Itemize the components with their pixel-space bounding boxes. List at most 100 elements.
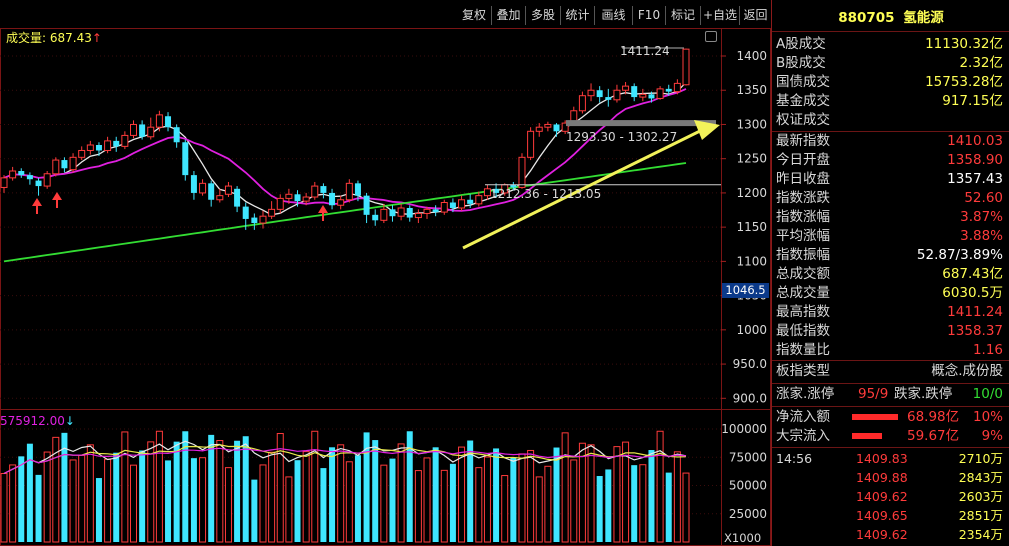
volume-bar [613, 446, 621, 543]
volume-bar [320, 468, 327, 542]
candle-body [544, 123, 552, 128]
quote-row-value: 11130.32亿 [925, 36, 1003, 52]
volume-bar [587, 444, 595, 543]
board-type-value[interactable]: 概念.成份股 [931, 362, 1003, 381]
quote-row-value: 1410.03 [947, 133, 1003, 149]
tick-row[interactable]: 1409.62 2354万 [772, 525, 1007, 544]
tick-volume: 2354万 [958, 527, 1003, 542]
high-price-label: 1411.24 [620, 44, 670, 58]
candle-body [354, 183, 361, 196]
quote-row: 今日开盘 1358.90 [772, 151, 1007, 170]
volume-bar [165, 460, 172, 542]
buy-arrow-head [318, 205, 328, 213]
quote-row-value: 52.60 [964, 190, 1003, 206]
candle-body [234, 188, 241, 207]
volume-bar [259, 464, 267, 543]
candle-body [259, 215, 267, 224]
volume-bar [467, 440, 474, 542]
volume-bar [224, 467, 232, 543]
quote-row: 权证成交 [772, 111, 1007, 130]
tick-volume: 2603万 [958, 489, 1003, 504]
quote-row-value: 1358.37 [947, 323, 1003, 339]
volume-tick-label: 75000 [729, 450, 767, 464]
chart-area[interactable]: 140013501300125012001150110010501000950.… [0, 0, 771, 546]
volume-value: 575912.00 [0, 414, 65, 428]
toolbar-button-3[interactable]: 统计 [560, 6, 594, 25]
candle-body [0, 177, 8, 188]
candle-body [251, 217, 258, 224]
volume-bar [276, 433, 284, 543]
volume-bar [104, 458, 112, 543]
chart-settings-icon[interactable] [705, 31, 717, 42]
candle-body [208, 183, 215, 200]
candle-body [129, 123, 137, 136]
tick-price: 1409.65 [856, 508, 908, 523]
quote-row-label: 国债成交 [776, 74, 830, 90]
candle-body [276, 197, 284, 210]
quote-row-label: 昨日收盘 [776, 171, 830, 187]
volume-bar [389, 458, 396, 542]
volume-bar [69, 459, 77, 543]
toolbar-button-6[interactable]: 标记 [665, 6, 700, 25]
candle-body [61, 160, 68, 169]
quote-row: 平均涨幅 3.88% [772, 227, 1007, 246]
tick-volume: 2710万 [958, 451, 1003, 466]
volume-bar [121, 431, 129, 543]
quote-row-value: 1357.43 [947, 171, 1003, 187]
toolbar-button-0[interactable]: 复权 [458, 6, 490, 25]
volume-bar [337, 444, 345, 543]
volume-bar [605, 469, 612, 542]
volume-bar [570, 459, 578, 543]
candle-body [43, 173, 51, 187]
price-tick-label: 1350 [736, 83, 767, 97]
price-tick-label: 1200 [736, 186, 767, 200]
volume-axis-labels: 100000 75000 50000 25000 [721, 422, 767, 521]
tick-row[interactable]: 1409.88 2843万 [772, 468, 1007, 487]
toolbar-button-1[interactable]: 叠加 [491, 6, 525, 25]
quote-row: A股成交 11130.32亿 [772, 35, 1007, 54]
candle-body [631, 86, 638, 98]
quote-row-label: 权证成交 [776, 112, 830, 128]
candle-body [423, 208, 431, 214]
quote-row-value: 52.87/3.89% [916, 247, 1003, 263]
candle-body [121, 134, 129, 147]
toolbar-button-7[interactable]: +自选 [700, 6, 739, 25]
board-type-row: 板指类型 概念.成份股 [772, 362, 1007, 381]
candle-body [578, 95, 586, 112]
candle-body [285, 193, 293, 199]
tick-row[interactable]: 1409.62 2603万 [772, 487, 1007, 506]
volume-bar [475, 467, 483, 543]
tick-row[interactable]: 14:56 1409.83 2710万 [772, 449, 1007, 468]
quote-row-value: 1358.90 [947, 152, 1003, 168]
candle-body [389, 209, 396, 217]
up-arrow-icon: ↑ [91, 31, 102, 45]
down-arrow-icon: ↓ [64, 414, 75, 428]
candle-body [173, 127, 180, 143]
toolbar-button-5[interactable]: F10 [632, 6, 665, 25]
tick-row[interactable]: 1409.65 2851万 [772, 506, 1007, 525]
toolbar-button-4[interactable]: 画线 [594, 6, 632, 25]
tick-time: 14:56 [776, 451, 813, 466]
price-tick-label: 1400 [736, 49, 767, 63]
toolbar-button-2[interactable]: 多股 [525, 6, 560, 25]
volume-unit-label: X1000 [724, 531, 762, 545]
tick-volume: 2851万 [958, 508, 1003, 523]
volume-bar [510, 457, 517, 542]
candle-body [639, 93, 647, 98]
volume-label: 575912.00↓ [0, 414, 75, 428]
quote-row-label: 平均涨幅 [776, 228, 830, 244]
volume-bar [35, 474, 42, 542]
grid-lines [0, 55, 721, 399]
volume-bar [155, 430, 163, 543]
quote-row-value: 1.16 [972, 342, 1003, 358]
candle-body [320, 186, 327, 193]
candle-body [665, 88, 672, 92]
quote-row: 指数振幅 52.87/3.89% [772, 246, 1007, 265]
volume-bar [648, 450, 655, 542]
level-label-upper: 1293.30 - 1302.27 [566, 130, 678, 144]
price-tick-label: 1150 [736, 220, 767, 234]
toolbar-button-8[interactable]: 返回 [739, 6, 771, 25]
candle-body [648, 94, 655, 99]
candlestick-chart[interactable]: 140013501300125012001150110010501000950.… [0, 0, 771, 546]
candle-body [372, 214, 379, 221]
